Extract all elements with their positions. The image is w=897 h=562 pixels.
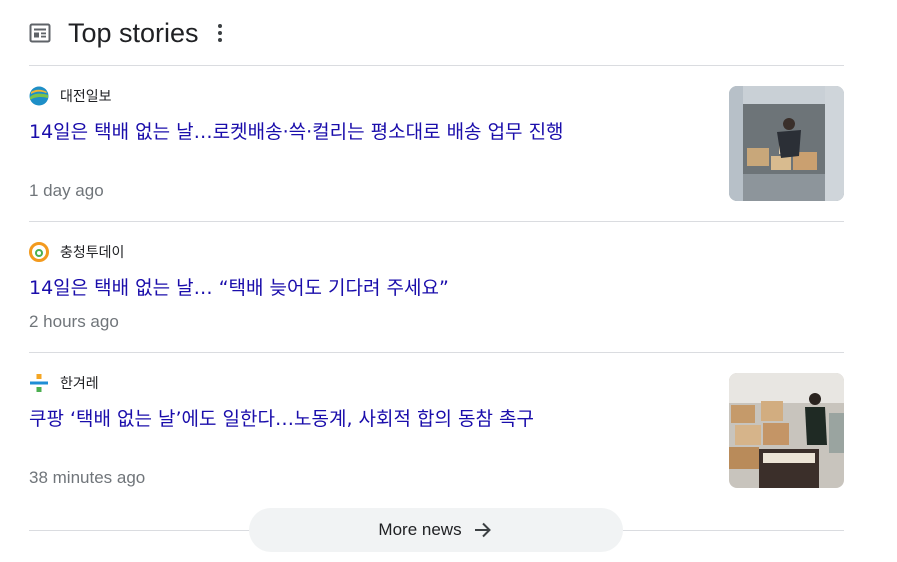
- story-headline[interactable]: 14일은 택배 없는 날…로켓배송·쓱·컬리는 평소대로 배송 업무 진행: [29, 119, 844, 145]
- arrow-right-icon: [474, 522, 491, 538]
- more-news-label: More news: [378, 520, 462, 539]
- source-name: 대전일보: [60, 89, 112, 105]
- story-source: 충청투데이: [29, 242, 844, 262]
- globe-logo-icon: [29, 86, 49, 106]
- story-thumbnail[interactable]: [729, 373, 844, 488]
- section-title: Top stories: [68, 17, 199, 48]
- source-name: 충청투데이: [60, 245, 125, 261]
- story-time: 2 hours ago: [29, 312, 119, 331]
- story-time: 38 minutes ago: [29, 468, 146, 487]
- story-source: 대전일보: [29, 86, 844, 106]
- story-source: 한겨레: [29, 373, 844, 393]
- divider: [29, 221, 844, 222]
- more-vert-icon[interactable]: [213, 22, 227, 44]
- story-headline[interactable]: 쿠팡 ‘택배 없는 날’에도 일한다…노동계, 사회적 합의 동참 촉구: [29, 406, 844, 432]
- source-name: 한겨레: [60, 376, 99, 392]
- story-card[interactable]: 한겨레 쿠팡 ‘택배 없는 날’에도 일한다…노동계, 사회적 합의 동참 촉구…: [29, 373, 844, 488]
- news-icon: [29, 23, 51, 43]
- circle-logo-icon: [29, 242, 49, 262]
- story-card[interactable]: 충청투데이 14일은 택배 없는 날… “택배 늦어도 기다려 주세요” 2 h…: [29, 242, 844, 334]
- divider: [29, 65, 844, 66]
- divider: [29, 352, 844, 353]
- delivery-truck-image: [729, 86, 844, 201]
- story-thumbnail[interactable]: [729, 86, 844, 201]
- divider: [29, 530, 249, 531]
- top-stories-header: Top stories: [29, 14, 227, 52]
- more-news-button[interactable]: More news: [249, 508, 623, 552]
- story-headline[interactable]: 14일은 택배 없는 날… “택배 늦어도 기다려 주세요”: [29, 275, 844, 301]
- divider: [623, 530, 844, 531]
- story-card[interactable]: 대전일보 14일은 택배 없는 날…로켓배송·쓱·컬리는 평소대로 배송 업무 …: [29, 86, 844, 201]
- hani-logo-icon: [30, 374, 48, 392]
- warehouse-image: [729, 373, 844, 488]
- story-time: 1 day ago: [29, 181, 104, 200]
